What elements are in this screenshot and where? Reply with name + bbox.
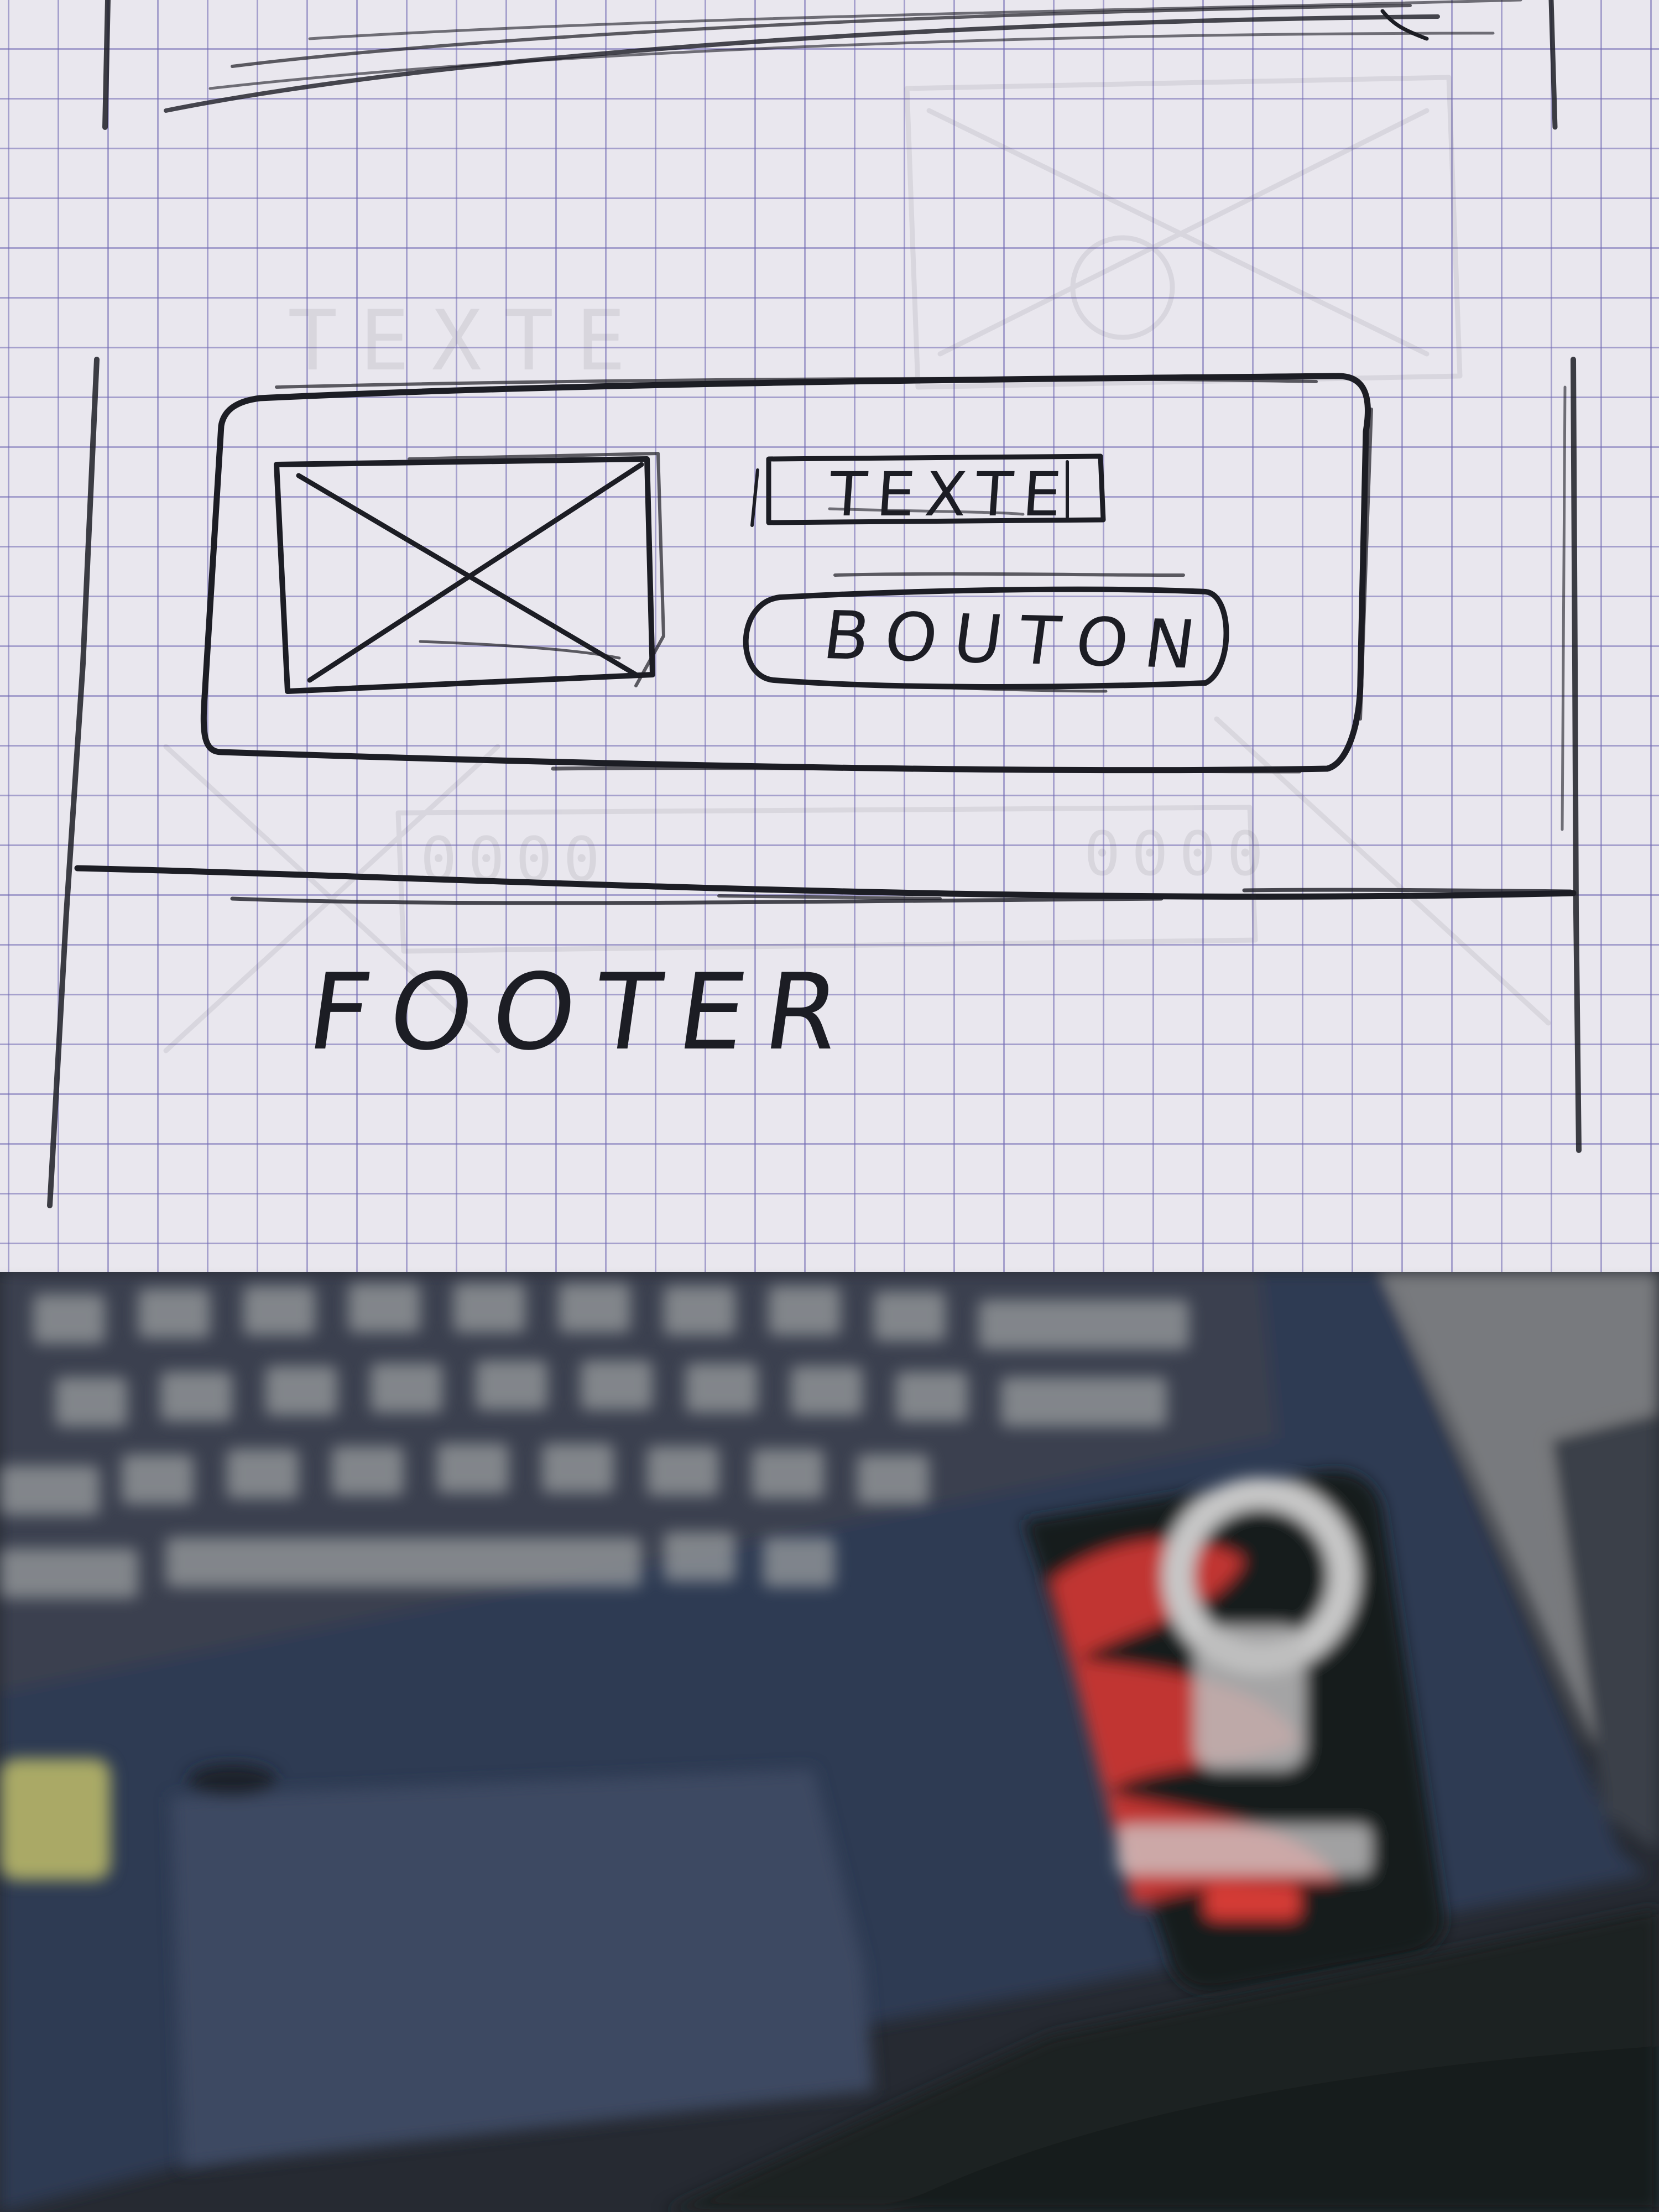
button-placeholder-label: BOUTON — [818, 597, 1216, 685]
laptop-keyboard-icon — [0, 1272, 1659, 2212]
graph-paper-sheet: TEXTE 0000 0000 TEXTE BOUTON FOOTER — [0, 0, 1659, 1288]
footer-label: FOOTER — [301, 951, 868, 1073]
text-placeholder-label: TEXTE — [827, 459, 1074, 530]
laptop-background — [0, 1272, 1659, 2212]
